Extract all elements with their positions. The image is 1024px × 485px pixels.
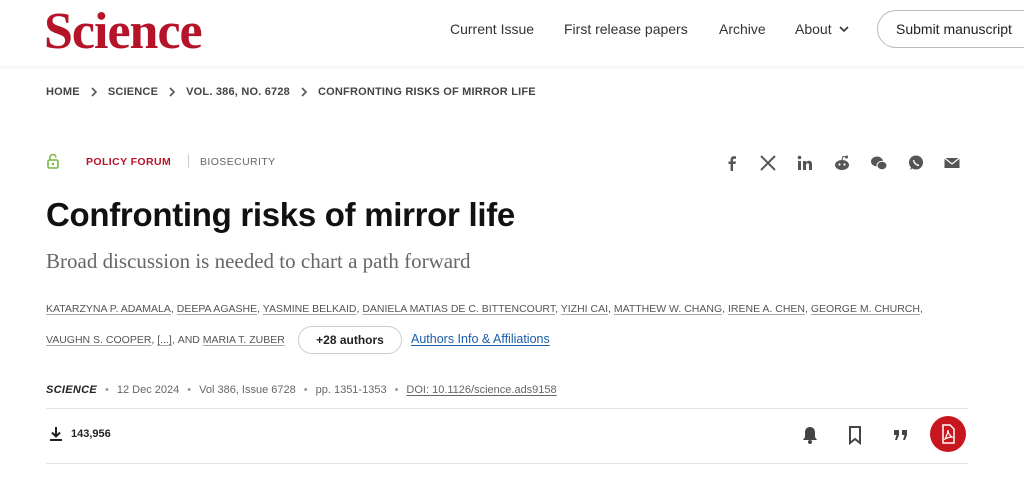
email-icon[interactable] — [941, 152, 963, 174]
chevron-right-icon — [91, 87, 97, 97]
authors-affiliations-link[interactable]: Authors Info & Affiliations — [411, 332, 550, 346]
chevron-right-icon — [169, 87, 176, 97]
authors-and: AND — [177, 334, 200, 346]
authors-list-continued: VAUGHN S. COOPER, [...], AND MARIA T. ZU… — [46, 334, 285, 346]
authors-ellipsis[interactable]: [...] — [157, 334, 172, 346]
volume-issue: Vol 386, Issue 6728 — [199, 384, 296, 396]
more-authors-button[interactable]: +28 authors — [298, 326, 402, 354]
nav-archive[interactable]: Archive — [719, 20, 766, 38]
download-icon — [50, 427, 62, 441]
subject-label[interactable]: BIOSECURITY — [200, 156, 276, 168]
wechat-icon[interactable] — [868, 152, 890, 174]
whatsapp-icon[interactable] — [905, 152, 927, 174]
breadcrumb-current: CONFRONTING RISKS OF MIRROR LIFE — [318, 86, 536, 98]
open-lock-icon — [47, 153, 59, 169]
divider — [46, 408, 968, 409]
publication-info: SCIENCE • 12 Dec 2024 • Vol 386, Issue 6… — [46, 384, 557, 396]
pdf-icon[interactable] — [930, 416, 966, 452]
download-count: 143,956 — [71, 428, 111, 440]
author-link[interactable]: MATTHEW W. CHANG — [614, 303, 722, 315]
bell-icon[interactable] — [797, 422, 823, 448]
breadcrumb-volume[interactable]: VOL. 386, NO. 6728 — [186, 86, 290, 98]
nav-about[interactable]: About — [795, 20, 850, 38]
section-label[interactable]: POLICY FORUM — [86, 156, 171, 168]
divider — [188, 154, 189, 168]
breadcrumb-science[interactable]: SCIENCE — [108, 86, 158, 98]
facebook-icon[interactable] — [721, 152, 743, 174]
authors-list: KATARZYNA P. ADAMALA, DEEPA AGASHE, YASM… — [46, 303, 923, 315]
author-link[interactable]: DANIELA MATIAS DE C. BITTENCOURT — [362, 303, 555, 315]
quote-icon[interactable] — [888, 422, 914, 448]
site-header: Science Current Issue First release pape… — [0, 0, 1024, 66]
author-link[interactable]: IRENE A. CHEN — [728, 303, 805, 315]
article-title: Confronting risks of mirror life — [46, 196, 515, 233]
bookmark-icon[interactable] — [842, 422, 868, 448]
page-range: pp. 1351-1353 — [315, 384, 387, 396]
breadcrumb-home[interactable]: HOME — [46, 86, 80, 98]
nav-about-label: About — [795, 21, 832, 37]
x-icon[interactable] — [757, 152, 779, 174]
article-subtitle: Broad discussion is needed to chart a pa… — [46, 249, 471, 273]
linkedin-icon[interactable] — [794, 152, 816, 174]
author-link[interactable]: DEEPA AGASHE — [177, 303, 257, 315]
author-link[interactable]: VAUGHN S. COOPER — [46, 334, 151, 346]
author-link[interactable]: GEORGE M. CHURCH — [811, 303, 920, 315]
reddit-icon[interactable] — [831, 152, 853, 174]
chevron-right-icon — [301, 87, 308, 97]
nav-first-release-papers[interactable]: First release papers — [564, 20, 688, 38]
breadcrumb: HOME SCIENCE VOL. 386, NO. 6728 CONFRONT… — [46, 86, 536, 98]
science-logo[interactable]: Science — [44, 4, 203, 60]
divider — [46, 463, 968, 464]
author-link[interactable]: YASMINE BELKAID — [263, 303, 357, 315]
author-link[interactable]: YIZHI CAI — [561, 303, 608, 315]
chevron-down-icon — [839, 26, 849, 33]
journal-name[interactable]: SCIENCE — [46, 384, 97, 396]
author-link[interactable]: KATARZYNA P. ADAMALA — [46, 303, 171, 315]
author-link[interactable]: MARIA T. ZUBER — [203, 334, 285, 346]
publication-date: 12 Dec 2024 — [116, 384, 180, 396]
doi-link[interactable]: DOI: 10.1126/science.ads9158 — [406, 384, 556, 396]
submit-manuscript-button[interactable]: Submit manuscript — [877, 10, 1024, 48]
nav-current-issue[interactable]: Current Issue — [450, 20, 534, 38]
